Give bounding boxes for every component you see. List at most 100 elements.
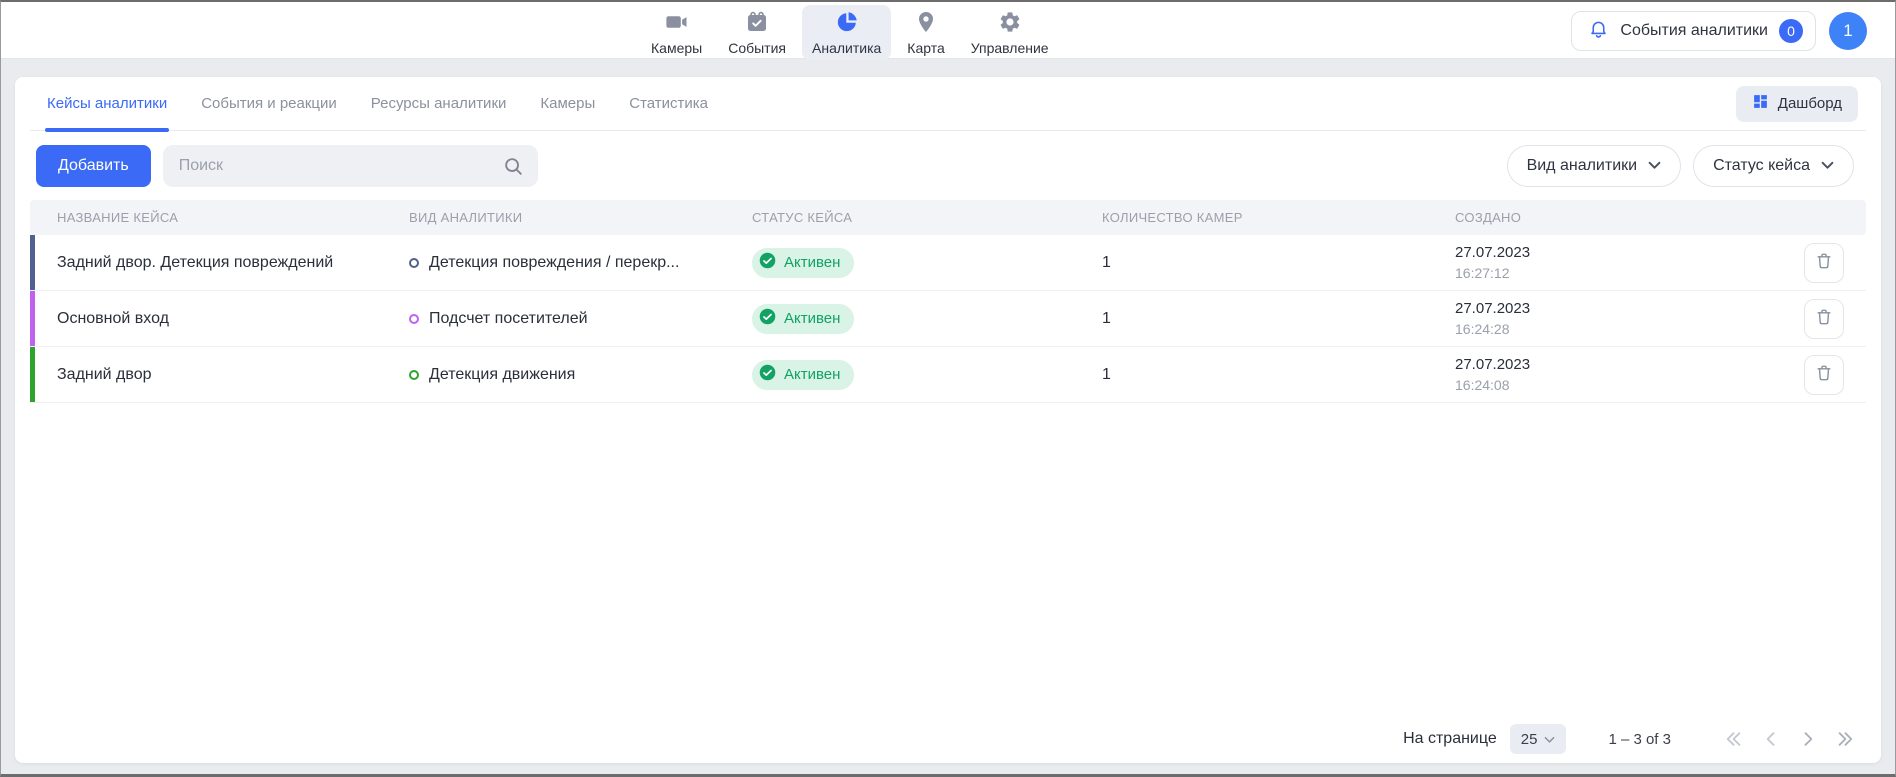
status-badge: Активен — [752, 248, 854, 278]
tab-statistics[interactable]: Статистика — [629, 77, 708, 130]
nav-item-label: Управление — [971, 40, 1049, 56]
dashboard-button[interactable]: Дашборд — [1736, 86, 1858, 122]
analytics-events-label: События аналитики — [1620, 22, 1768, 40]
analytics-type-ring-icon — [409, 314, 419, 324]
check-circle-icon — [759, 308, 776, 329]
created-date: 27.07.2023 — [1455, 299, 1776, 319]
chevron-down-icon — [1821, 157, 1834, 175]
nav-item-analytics[interactable]: Аналитика — [802, 5, 891, 60]
column-header-created: СОЗДАНО — [1455, 210, 1776, 225]
trash-icon — [1814, 363, 1834, 386]
table-footer: На странице 25 1 – 3 of 3 — [30, 715, 1866, 763]
tab-analytics-cases[interactable]: Кейсы аналитики — [47, 77, 167, 130]
dashboard-grid-icon — [1752, 93, 1769, 114]
column-header-camera-count: КОЛИЧЕСТВО КАМЕР — [1102, 210, 1455, 225]
nav-item-label: Камеры — [651, 40, 702, 56]
table-row[interactable]: Задний двор. Детекция повреждений Детекц… — [30, 235, 1866, 291]
per-page-select[interactable]: 25 — [1510, 724, 1567, 754]
first-page-icon[interactable] — [1723, 728, 1745, 750]
tab-cameras[interactable]: Камеры — [540, 77, 595, 130]
add-case-button[interactable]: Добавить — [36, 145, 151, 187]
map-pin-icon — [914, 10, 938, 39]
case-color-bar — [30, 347, 35, 402]
camera-count: 1 — [1102, 310, 1455, 328]
avatar[interactable]: 1 — [1829, 12, 1867, 50]
analytics-type-label: Детекция повреждения / перекр... — [429, 254, 679, 272]
camera-count: 1 — [1102, 254, 1455, 272]
table-row[interactable]: Задний двор Детекция движения Активен 1 … — [30, 347, 1866, 403]
created-cell: 27.07.2023 16:24:08 — [1455, 355, 1776, 395]
tab-events-reactions[interactable]: События и реакции — [201, 77, 337, 130]
created-time: 16:24:08 — [1455, 375, 1776, 395]
created-cell: 27.07.2023 16:27:12 — [1455, 243, 1776, 283]
status-badge: Активен — [752, 360, 854, 390]
analytics-cases-panel: Кейсы аналитики События и реакции Ресурс… — [15, 77, 1881, 763]
analytics-type-cell: Детекция движения — [409, 366, 752, 384]
analytics-events-button[interactable]: События аналитики 0 — [1571, 11, 1816, 51]
case-color-bar — [30, 235, 35, 290]
table-row[interactable]: Основной вход Подсчет посетителей Активе… — [30, 291, 1866, 347]
delete-case-button[interactable] — [1804, 355, 1844, 395]
next-page-icon[interactable] — [1797, 728, 1819, 750]
status-label: Активен — [784, 310, 840, 327]
created-time: 16:24:28 — [1455, 319, 1776, 339]
per-page-value: 25 — [1521, 731, 1538, 748]
search-input[interactable] — [163, 145, 538, 187]
case-color-bar — [30, 291, 35, 346]
filters: Вид аналитики Статус кейса — [1507, 145, 1854, 187]
tab-analytics-resources[interactable]: Ресурсы аналитики — [371, 77, 507, 130]
cases-table: НАЗВАНИЕ КЕЙСА ВИД АНАЛИТИКИ СТАТУС КЕЙС… — [30, 200, 1866, 403]
pie-chart-icon — [835, 10, 859, 39]
dashboard-button-label: Дашборд — [1778, 95, 1842, 112]
analytics-type-filter-label: Вид аналитики — [1527, 157, 1638, 175]
column-header-case-status: СТАТУС КЕЙСА — [752, 210, 1102, 225]
delete-case-button[interactable] — [1804, 243, 1844, 283]
case-name: Основной вход — [30, 310, 409, 328]
pager — [1723, 728, 1856, 750]
chevron-down-icon — [1544, 731, 1555, 748]
analytics-type-ring-icon — [409, 258, 419, 268]
nav-item-map[interactable]: Карта — [897, 5, 954, 60]
calendar-check-icon — [745, 10, 769, 39]
check-circle-icon — [759, 364, 776, 385]
analytics-type-label: Детекция движения — [429, 366, 575, 384]
events-count-badge: 0 — [1779, 19, 1803, 43]
toolbar: Добавить Вид аналитики Статус кейса — [30, 145, 1866, 187]
video-camera-icon — [665, 10, 689, 39]
delete-case-button[interactable] — [1804, 299, 1844, 339]
nav-item-label: Аналитика — [812, 40, 881, 56]
column-header-name: НАЗВАНИЕ КЕЙСА — [30, 210, 409, 225]
status-badge: Активен — [752, 304, 854, 334]
created-date: 27.07.2023 — [1455, 355, 1776, 375]
column-header-analytics-type: ВИД АНАЛИТИКИ — [409, 210, 752, 225]
per-page-label: На странице — [1403, 730, 1497, 748]
tabs-bar: Кейсы аналитики События и реакции Ресурс… — [30, 77, 1866, 131]
created-date: 27.07.2023 — [1455, 243, 1776, 263]
case-status-filter-label: Статус кейса — [1713, 157, 1810, 175]
prev-page-icon[interactable] — [1760, 728, 1782, 750]
table-header: НАЗВАНИЕ КЕЙСА ВИД АНАЛИТИКИ СТАТУС КЕЙС… — [30, 200, 1866, 235]
last-page-icon[interactable] — [1834, 728, 1856, 750]
case-name: Задний двор. Детекция повреждений — [30, 254, 409, 272]
nav-item-events[interactable]: События — [718, 5, 796, 60]
created-cell: 27.07.2023 16:24:28 — [1455, 299, 1776, 339]
status-label: Активен — [784, 366, 840, 383]
analytics-type-cell: Детекция повреждения / перекр... — [409, 254, 752, 272]
created-time: 16:27:12 — [1455, 263, 1776, 283]
nav-item-cameras[interactable]: Камеры — [641, 5, 712, 60]
analytics-type-label: Подсчет посетителей — [429, 310, 588, 328]
pagination-range: 1 – 3 of 3 — [1608, 731, 1671, 748]
trash-icon — [1814, 307, 1834, 330]
tabs: Кейсы аналитики События и реакции Ресурс… — [47, 77, 708, 130]
main-nav: Камеры События Аналитика Карта Управлени… — [641, 5, 1059, 60]
bell-icon — [1588, 18, 1609, 44]
case-status-filter[interactable]: Статус кейса — [1693, 145, 1854, 187]
analytics-type-cell: Подсчет посетителей — [409, 310, 752, 328]
nav-item-label: Карта — [907, 40, 944, 56]
topbar: Камеры События Аналитика Карта Управлени… — [1, 2, 1895, 59]
nav-item-management[interactable]: Управление — [961, 5, 1059, 60]
gear-icon — [998, 10, 1022, 39]
analytics-type-filter[interactable]: Вид аналитики — [1507, 145, 1682, 187]
topbar-right: События аналитики 0 1 — [1571, 11, 1867, 51]
search-box — [163, 145, 538, 187]
